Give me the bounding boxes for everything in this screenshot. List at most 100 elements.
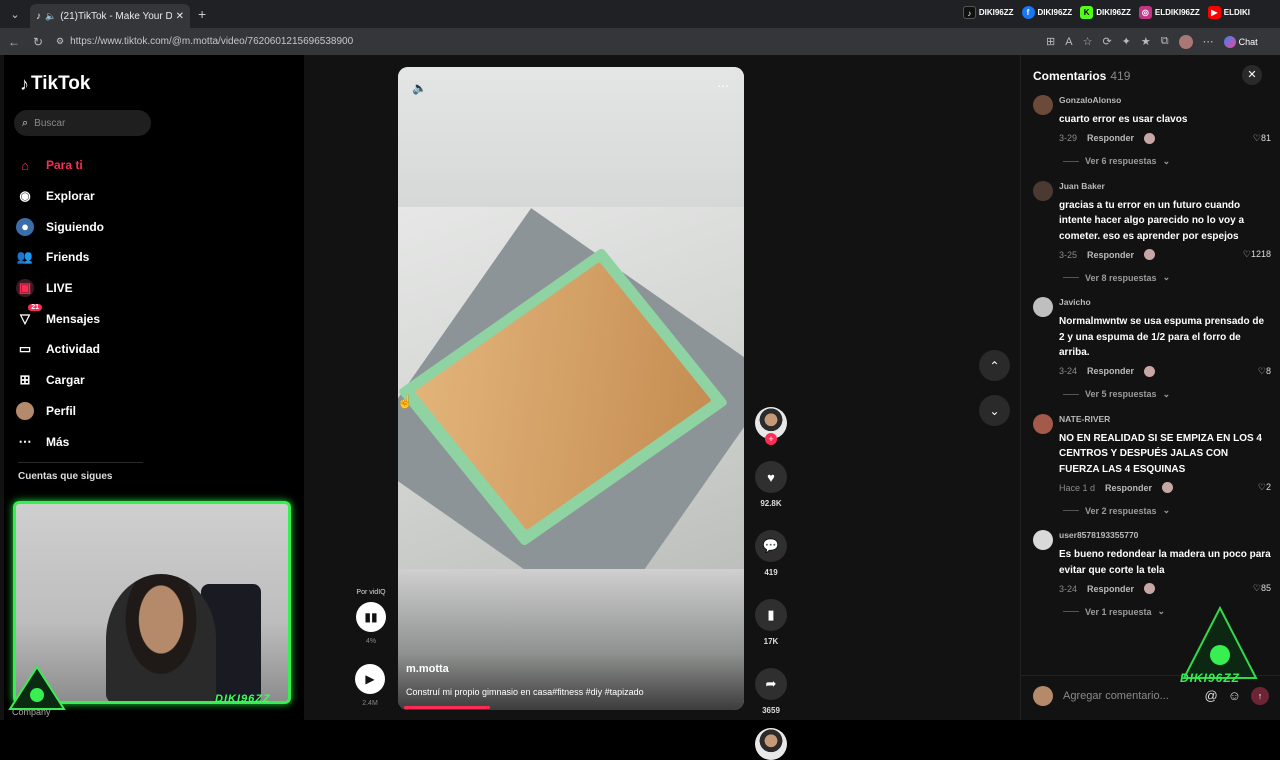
apps-icon[interactable]: ⊞ xyxy=(1046,35,1055,48)
extension-kick[interactable]: K DIKI96ZZ xyxy=(1080,6,1131,19)
video-player[interactable]: 🔈 ⋯ m.motta Construí mi propio gimnasio … xyxy=(398,67,744,710)
avatar xyxy=(1033,685,1053,706)
avatar[interactable] xyxy=(1033,530,1053,550)
browser-tab[interactable]: ♪ 🔈 (21)TikTok - Make Your Day ✕ xyxy=(30,4,190,28)
mouse-cursor-icon: ☝ xyxy=(397,394,414,409)
comment-text: Es bueno redondear la madera un poco par… xyxy=(1059,549,1271,576)
extension-tiktok[interactable]: ♪ DIKI96ZZ xyxy=(962,6,1014,19)
next-video-button[interactable]: ⌄ xyxy=(979,395,1010,426)
profile-avatar[interactable] xyxy=(1178,34,1193,49)
close-tab-icon[interactable]: ✕ xyxy=(176,11,184,22)
chevron-down-icon: ⌄ xyxy=(989,403,1000,418)
comment-user[interactable]: Javicho xyxy=(1059,297,1271,307)
activity-icon: ▭ xyxy=(18,341,32,357)
share-button[interactable]: ➦ xyxy=(755,668,787,700)
star-icon[interactable]: ☆ xyxy=(1083,35,1093,48)
reply-button[interactable]: Responder xyxy=(1105,483,1152,493)
reply-button[interactable]: Responder xyxy=(1087,584,1134,594)
view-replies-button[interactable]: Ver 2 respuestas ⌄ xyxy=(1059,505,1271,516)
avatar[interactable] xyxy=(1033,180,1053,201)
comment-like-button[interactable]: ♡8 xyxy=(1258,366,1271,377)
chevron-up-icon: ⌃ xyxy=(989,358,1000,373)
search-icon: ⌕ xyxy=(22,116,29,129)
avatar[interactable] xyxy=(1033,413,1053,434)
comment-user[interactable]: Juan Baker xyxy=(1059,181,1271,191)
new-tab-button[interactable]: + xyxy=(198,6,206,22)
comment-user[interactable]: NATE-RIVER xyxy=(1059,414,1271,424)
sidebar-item-para-ti[interactable]: ⌂ Para ti xyxy=(16,150,104,181)
reload-icon[interactable]: ↻ xyxy=(28,35,48,49)
view-replies-button[interactable]: Ver 8 respuestas ⌄ xyxy=(1059,272,1271,283)
sidebar-item-friends[interactable]: 👥 Friends xyxy=(16,242,104,273)
previous-video-button[interactable]: ⌃ xyxy=(979,350,1010,381)
comment-input[interactable]: Agregar comentario... xyxy=(1063,690,1169,702)
extensions-icon[interactable]: ✦ xyxy=(1122,35,1131,48)
comment-like-button[interactable]: ♡85 xyxy=(1253,583,1271,594)
comment-list: GonzaloAlonso cuarto error es usar clavo… xyxy=(1033,95,1271,617)
tiktok-favicon-icon: ♪ xyxy=(36,10,41,22)
close-comments-button[interactable]: ✕ xyxy=(1242,65,1262,85)
sidebar-item-mensajes[interactable]: ▽ 21 Mensajes xyxy=(16,303,104,334)
stats-icon[interactable]: ▮▮ xyxy=(356,602,386,632)
translate-icon[interactable]: A xyxy=(1065,36,1072,48)
webcam-person xyxy=(106,574,216,701)
chat-button[interactable]: Chat xyxy=(1223,35,1258,48)
comment-like-button[interactable]: ♡81 xyxy=(1253,133,1271,144)
refresh-icon[interactable]: ⟳ xyxy=(1102,35,1111,48)
copilot-icon xyxy=(1223,35,1236,48)
avatar[interactable] xyxy=(1033,95,1053,115)
save-button[interactable]: ▮ xyxy=(755,599,787,631)
compass-icon: ◉ xyxy=(19,188,31,204)
speaker-icon[interactable]: 🔈 xyxy=(45,11,56,22)
avatar[interactable] xyxy=(1033,297,1053,317)
comment-like-button[interactable]: ♡2 xyxy=(1258,482,1271,493)
extension-youtube[interactable]: ▶ ELDIKI xyxy=(1207,6,1250,19)
view-replies-button[interactable]: Ver 6 respuestas ⌄ xyxy=(1059,156,1271,167)
sidebar-item-cargar[interactable]: ⊞ Cargar xyxy=(16,365,104,396)
sound-avatar[interactable] xyxy=(755,728,787,760)
extensions-bar: ♪ DIKI96ZZ f DIKI96ZZ K DIKI96ZZ ◎ ELDIKI96Z… xyxy=(962,6,1280,19)
address-bar[interactable]: ⚙ https://www.tiktok.com/@m.motta/video/… xyxy=(56,32,1036,52)
favorites-icon[interactable]: ★ xyxy=(1141,35,1151,48)
video-more-icon[interactable]: ⋯ xyxy=(717,79,730,93)
tiktok-logo[interactable]: ♪ TikTok xyxy=(20,73,90,95)
comment-button[interactable]: 💬 xyxy=(755,530,787,562)
video-progress-bar[interactable] xyxy=(404,706,490,709)
extension-facebook[interactable]: f DIKI96ZZ xyxy=(1021,6,1072,19)
browser-tab-bar: ⌄ ♪ 🔈 (21)TikTok - Make Your Day ✕ + ♪DI… xyxy=(0,0,1280,28)
collections-icon[interactable]: ⧉ xyxy=(1161,35,1169,48)
sidebar-item-explorar[interactable]: ◉ Explorar xyxy=(16,181,104,212)
sidebar-item-live[interactable]: ▣ LIVE xyxy=(16,273,104,304)
sidebar-item-siguiendo[interactable]: ● Siguiendo xyxy=(16,211,104,242)
back-icon[interactable]: ← xyxy=(4,35,24,49)
comment-like-button[interactable]: ♡1218 xyxy=(1243,249,1271,260)
volume-icon[interactable]: 🔈 xyxy=(412,81,427,95)
heart-outline-icon: ♡ xyxy=(1252,132,1261,143)
comment-user[interactable]: user8578193355770 xyxy=(1059,530,1271,540)
close-icon: ✕ xyxy=(1247,69,1257,81)
company-link[interactable]: Company xyxy=(12,707,51,717)
sidebar-item-mas[interactable]: ⋯ Más xyxy=(16,426,104,457)
comment-date: 3-24 xyxy=(1059,366,1078,376)
play-button[interactable]: ▶ xyxy=(355,664,385,694)
tab-list-button[interactable]: ⌄ xyxy=(4,4,26,24)
follow-plus-icon[interactable]: + xyxy=(765,433,777,445)
extension-instagram[interactable]: ◎ ELDIKI96ZZ xyxy=(1138,6,1200,19)
like-button[interactable]: ♥ xyxy=(755,461,787,493)
view-replies-button[interactable]: Ver 5 respuestas ⌄ xyxy=(1059,389,1271,400)
site-info-icon[interactable]: ⚙ xyxy=(56,36,64,47)
menu-dots-icon[interactable]: ⋯ xyxy=(1203,35,1214,48)
sidebar-item-actividad[interactable]: ▭ Actividad xyxy=(16,334,104,365)
sidebar-item-perfil[interactable]: Perfil xyxy=(16,396,104,427)
tab-count: (21) xyxy=(60,10,79,22)
reply-button[interactable]: Responder xyxy=(1087,133,1134,143)
comment-user[interactable]: GonzaloAlonso xyxy=(1059,95,1271,105)
search-input[interactable]: ⌕ Buscar xyxy=(14,110,151,136)
creator-avatar[interactable]: + xyxy=(755,407,787,445)
reply-button[interactable]: Responder xyxy=(1087,250,1134,260)
tab-title: TikTok - Make Your Day xyxy=(78,10,172,22)
url-text[interactable]: https://www.tiktok.com/@m.motta/video/76… xyxy=(70,36,353,47)
reply-button[interactable]: Responder xyxy=(1087,366,1134,376)
comment-icon: 💬 xyxy=(762,538,780,553)
video-author[interactable]: m.motta xyxy=(406,663,449,675)
